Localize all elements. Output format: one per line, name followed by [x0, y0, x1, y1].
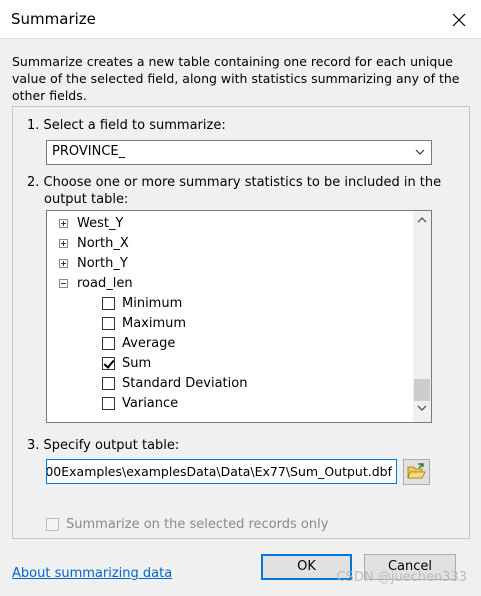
- title-bar: Summarize: [0, 0, 481, 39]
- tree-item-north-y[interactable]: North_Y: [59, 253, 128, 273]
- stat-label: Standard Deviation: [122, 375, 248, 391]
- summarize-selected-option: Summarize on the selected records only: [46, 517, 328, 532]
- watermark: CSDN @juechen333: [336, 570, 467, 585]
- output-table-input[interactable]: l00Examples\examplesData\Data\Ex77\Sum_O…: [46, 459, 397, 484]
- step2-label-line1: 2. Choose one or more summary statistics…: [27, 175, 442, 190]
- close-icon: [452, 13, 466, 27]
- stat-checkbox[interactable]: [102, 316, 115, 330]
- stat-label: Sum: [122, 355, 152, 371]
- stat-checkbox[interactable]: [102, 336, 115, 350]
- stat-option-standard-deviation[interactable]: Standard Deviation: [102, 373, 247, 393]
- browse-output-button[interactable]: [403, 459, 430, 485]
- scrollbar-thumb[interactable]: [414, 379, 430, 401]
- step1-label: 1. Select a field to summarize:: [27, 118, 226, 133]
- tree-item-label: road_len: [77, 275, 133, 291]
- stat-option-average[interactable]: Average: [102, 333, 175, 353]
- tree-item-label: West_Y: [77, 215, 124, 231]
- close-button[interactable]: [447, 8, 471, 32]
- expand-icon[interactable]: [59, 218, 68, 228]
- tree-item-west-y[interactable]: West_Y: [59, 213, 123, 233]
- stat-checkbox[interactable]: [102, 396, 115, 410]
- open-folder-icon: [407, 463, 426, 479]
- output-table-path: l00Examples\examplesData\Data\Ex77\Sum_O…: [46, 464, 392, 479]
- stat-option-maximum[interactable]: Maximum: [102, 313, 186, 333]
- stat-label: Minimum: [122, 295, 183, 311]
- expand-icon[interactable]: [59, 258, 68, 268]
- summarize-selected-checkbox: [46, 518, 59, 531]
- step2-label-line2: output table:: [44, 192, 129, 207]
- help-link[interactable]: About summarizing data: [12, 566, 172, 581]
- summarize-selected-label: Summarize on the selected records only: [66, 517, 329, 532]
- stat-option-minimum[interactable]: Minimum: [102, 293, 182, 313]
- step2-label: 2. Choose one or more summary statistics…: [27, 174, 441, 208]
- tree-item-label: North_X: [77, 235, 129, 251]
- summarize-field-value: PROVINCE_: [52, 144, 126, 159]
- tree-item-road-len[interactable]: road_len: [59, 273, 133, 293]
- step3-label: 3. Specify output table:: [27, 438, 180, 453]
- statistics-tree[interactable]: West_Y North_X North_Y road_len Minimum …: [46, 210, 432, 423]
- window-title: Summarize: [11, 10, 96, 28]
- stat-option-variance[interactable]: Variance: [102, 393, 178, 413]
- tree-item-label: North_Y: [77, 255, 128, 271]
- collapse-icon[interactable]: [59, 278, 68, 288]
- chevron-down-icon: [415, 149, 425, 155]
- expand-icon[interactable]: [59, 238, 68, 248]
- stat-checkbox[interactable]: [102, 296, 115, 310]
- summarize-field-select[interactable]: PROVINCE_: [46, 140, 432, 165]
- stat-label: Variance: [122, 395, 179, 411]
- tree-item-north-x[interactable]: North_X: [59, 233, 129, 253]
- stat-checkbox-checked[interactable]: [102, 356, 115, 370]
- stat-option-sum[interactable]: Sum: [102, 353, 151, 373]
- stat-label: Average: [122, 335, 176, 351]
- dialog-description: Summarize creates a new table containing…: [12, 54, 460, 103]
- scroll-up-icon[interactable]: [417, 216, 427, 224]
- stat-label: Maximum: [122, 315, 187, 331]
- tree-scrollbar[interactable]: [413, 211, 431, 422]
- scroll-down-icon[interactable]: [417, 404, 427, 412]
- stat-checkbox[interactable]: [102, 376, 115, 390]
